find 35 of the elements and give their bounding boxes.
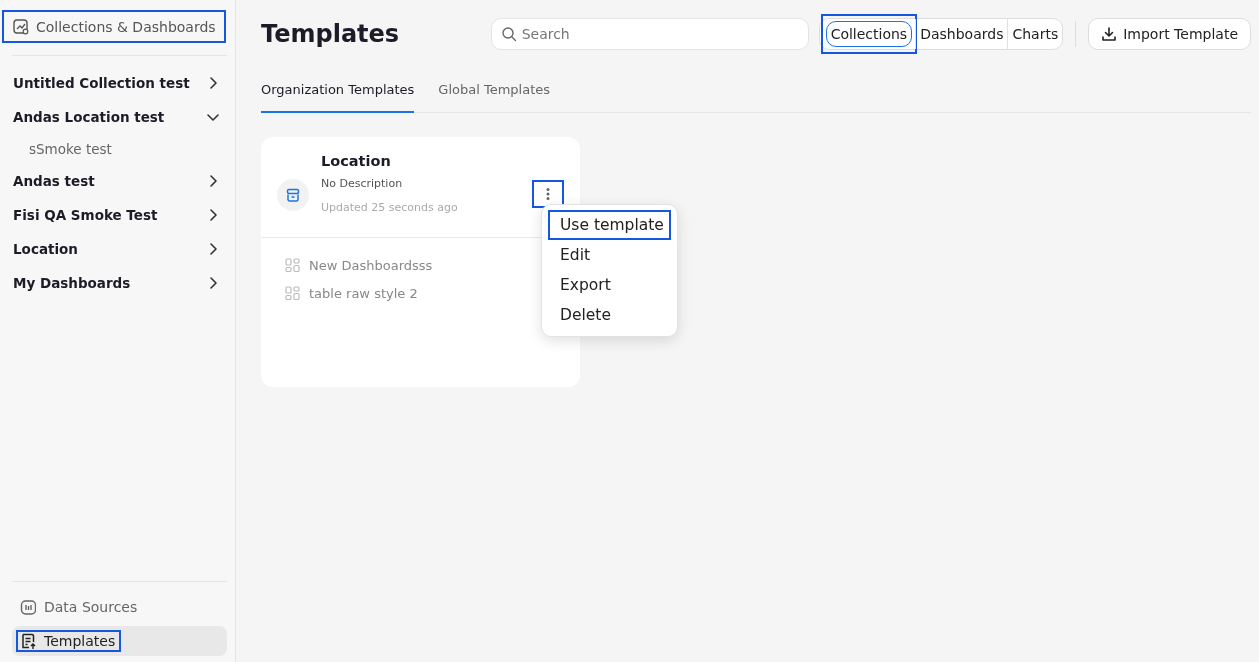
dashboard-item[interactable]: sSmoke test	[4, 134, 227, 164]
menu-item[interactable]: Delete	[548, 300, 671, 330]
collection-item[interactable]: My Dashboards	[4, 266, 227, 300]
segment-tab[interactable]: Collections	[825, 21, 913, 47]
card-description: No Description	[321, 177, 404, 190]
nav-link[interactable]: Data Sources	[18, 598, 142, 616]
collection-item[interactable]: Andas test	[4, 164, 227, 198]
menu-item[interactable]: Edit	[548, 240, 671, 270]
menu-item[interactable]: Use template	[548, 210, 671, 240]
tab[interactable]: Organization Templates	[261, 76, 415, 113]
updated-time: Updated 25 seconds ago	[321, 201, 459, 214]
menu-item[interactable]: Export	[548, 270, 671, 300]
document-icon	[20, 633, 36, 649]
card-title: Location	[321, 153, 392, 169]
dashboard-name: table raw style 2	[309, 286, 418, 301]
archive-box-icon	[285, 187, 301, 203]
collection-item[interactable]: Untitled Collection test	[4, 66, 227, 100]
import-template-button[interactable]: Import Template	[1088, 18, 1251, 50]
segment-tab[interactable]: Dashboards	[915, 19, 1008, 49]
grid-icon	[285, 258, 300, 273]
segment-tab[interactable]: Charts	[1007, 19, 1063, 49]
search-field[interactable]: Search	[490, 18, 809, 50]
search-icon	[500, 26, 517, 42]
bar-chart-icon	[20, 599, 36, 615]
tab[interactable]: Global Templates	[438, 76, 551, 113]
collection-item[interactable]: Location	[4, 232, 227, 266]
collection-item[interactable]: Andas Location test	[4, 100, 227, 134]
vertical-dots-icon	[545, 187, 551, 201]
chart-icon	[12, 18, 29, 35]
page-title: Templates	[261, 20, 401, 48]
collection-item[interactable]: Fisi QA Smoke Test	[4, 198, 227, 232]
grid-icon	[285, 286, 300, 301]
dashboard-name: New Dashboardsss	[309, 258, 433, 273]
download-icon	[1101, 26, 1118, 42]
collections-dashboards-link[interactable]: Collections & Dashboards	[4, 12, 224, 41]
